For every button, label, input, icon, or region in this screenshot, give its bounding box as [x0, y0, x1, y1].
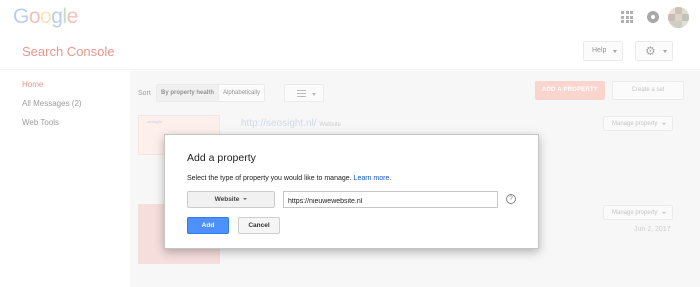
- cancel-button[interactable]: Cancel: [238, 217, 280, 234]
- dialog-description-text: Select the type of property you would li…: [187, 175, 352, 182]
- property-type-select[interactable]: Website: [187, 191, 275, 208]
- property-type-value: Website: [214, 196, 240, 203]
- learn-more-link[interactable]: Learn more.: [354, 175, 392, 182]
- help-circle-icon[interactable]: ?: [506, 194, 516, 204]
- chevron-down-icon: [243, 198, 248, 201]
- property-url-input[interactable]: [283, 191, 498, 208]
- add-property-dialog: Add a property Select the type of proper…: [164, 134, 539, 249]
- add-button[interactable]: Add: [187, 217, 229, 234]
- dialog-description: Select the type of property you would li…: [187, 175, 391, 182]
- dialog-title: Add a property: [187, 152, 256, 164]
